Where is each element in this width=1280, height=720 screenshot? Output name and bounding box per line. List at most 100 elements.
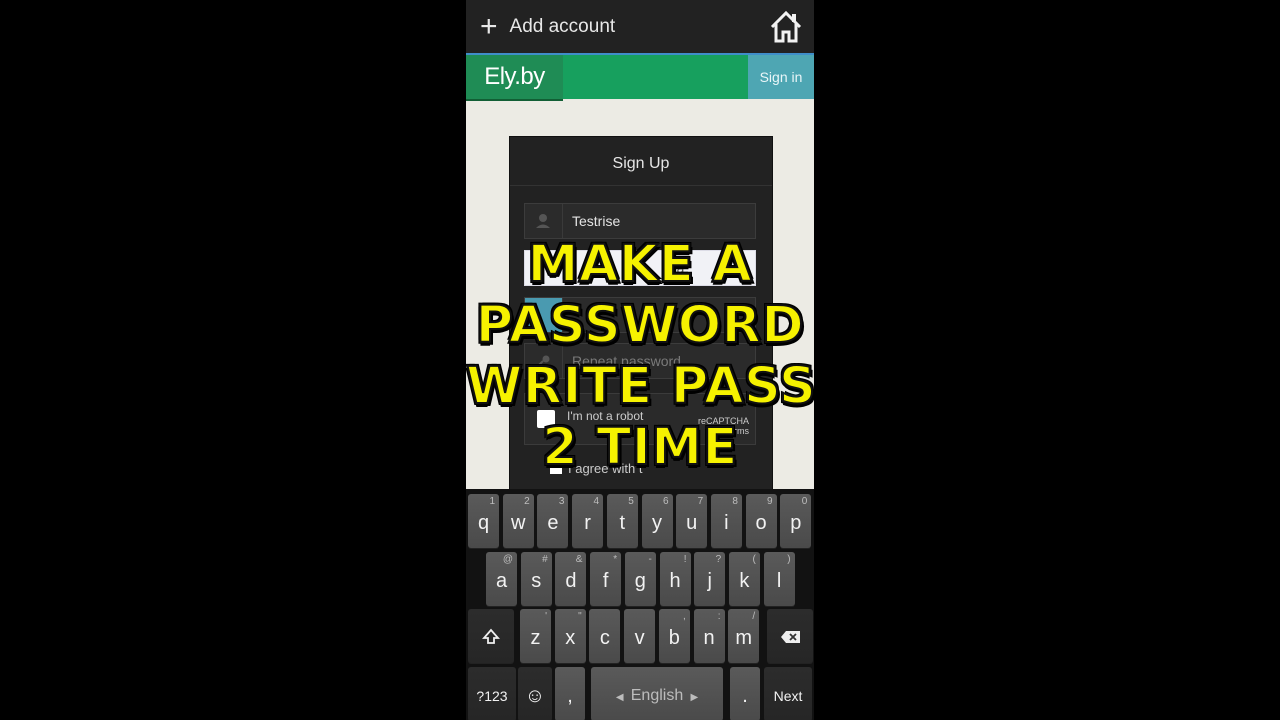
user-icon: [525, 204, 563, 238]
key-label: g: [634, 570, 646, 592]
key-label: i: [724, 512, 729, 534]
emoji-icon: ☺: [524, 685, 546, 707]
key-label: l: [776, 570, 782, 592]
key-u[interactable]: u7: [676, 494, 708, 548]
key-hint: 6: [662, 496, 669, 507]
key-m[interactable]: m /: [728, 609, 760, 663]
shift-icon: [482, 628, 500, 644]
site-header: Ely.by Sign in: [466, 55, 814, 101]
key-label: p: [790, 512, 802, 534]
key-d[interactable]: d &: [555, 552, 587, 606]
phone-screen: + Add account Ely.by Sign in Sign Up Tes…: [466, 0, 814, 720]
key-q[interactable]: q1: [468, 494, 499, 548]
app-toolbar: + Add account: [466, 0, 814, 55]
key-x[interactable]: x ": [554, 609, 586, 663]
key-label: q: [477, 512, 490, 534]
key-label: n: [703, 627, 715, 649]
backspace-key[interactable]: [767, 609, 813, 663]
key-hint: 7: [697, 496, 704, 507]
comma-key[interactable]: ,: [555, 667, 585, 720]
add-account-button[interactable]: + Add account: [480, 10, 615, 44]
key-label: m: [735, 627, 753, 649]
key-label: o: [755, 512, 767, 534]
site-logo[interactable]: Ely.by: [466, 55, 563, 99]
key-o[interactable]: o9: [745, 494, 777, 548]
key-l[interactable]: l): [763, 552, 795, 606]
key-hint: ): [787, 554, 791, 565]
key-hint: @: [502, 554, 513, 565]
key-j[interactable]: j?: [694, 552, 726, 606]
period-label: .: [742, 685, 748, 707]
key-k[interactable]: k(: [728, 552, 760, 606]
key-hint: -: [648, 554, 652, 565]
key-label: s: [531, 570, 542, 592]
sign-in-button[interactable]: Sign in: [748, 55, 814, 99]
key-hint: !: [683, 554, 687, 565]
key-p[interactable]: p0: [780, 494, 812, 548]
key-hint: ,: [683, 611, 686, 622]
chevron-right-icon: ▶: [687, 692, 699, 703]
key-v[interactable]: v: [624, 609, 656, 663]
video-caption-overlay: MAKE A PASSWORD WRITE PASS 2 TIME: [466, 234, 814, 478]
key-hint: *: [613, 554, 618, 565]
caption-line-3: WRITE PASS: [466, 356, 814, 417]
space-key[interactable]: ◀ English ▶: [591, 667, 723, 720]
key-t[interactable]: t5: [606, 494, 638, 548]
key-label: w: [510, 512, 526, 534]
key-label: u: [686, 512, 698, 534]
key-label: b: [668, 627, 680, 649]
plus-icon: +: [480, 10, 498, 43]
key-hint: :: [717, 611, 721, 622]
key-i[interactable]: i8: [710, 494, 742, 548]
key-hint: #: [542, 554, 548, 565]
key-hint: 5: [628, 496, 634, 507]
key-w[interactable]: w2: [502, 494, 534, 548]
key-hint: (: [752, 554, 756, 565]
home-icon[interactable]: [768, 9, 804, 45]
next-key[interactable]: Next: [764, 667, 812, 720]
key-label: h: [669, 570, 681, 592]
period-key[interactable]: .: [730, 667, 760, 720]
key-hint: 9: [767, 496, 773, 507]
symbols-key[interactable]: ?123: [468, 667, 516, 720]
key-label: k: [739, 570, 750, 592]
key-hint: 8: [732, 496, 738, 507]
key-label: e: [547, 512, 559, 534]
caption-line-1: MAKE A: [527, 234, 753, 295]
key-label: v: [634, 627, 645, 649]
comma-label: ,: [567, 685, 573, 707]
emoji-key[interactable]: ☺: [518, 667, 552, 720]
key-f[interactable]: f *: [590, 552, 622, 606]
key-hint: 2: [524, 496, 530, 507]
key-label: j: [707, 570, 712, 592]
key-label: f: [602, 570, 609, 592]
key-label: a: [495, 570, 508, 592]
key-hint: &: [575, 554, 583, 565]
key-c[interactable]: c: [589, 609, 621, 663]
key-y[interactable]: y6: [641, 494, 673, 548]
caption-line-4: 2 TIME: [541, 417, 738, 478]
key-g[interactable]: g-: [624, 552, 656, 606]
key-r[interactable]: r4: [572, 494, 604, 548]
key-s[interactable]: s #: [520, 552, 552, 606]
form-title: Sign Up: [510, 137, 772, 186]
key-b[interactable]: b,: [658, 609, 690, 663]
key-a[interactable]: a @: [486, 552, 517, 606]
key-label: t: [619, 512, 626, 534]
key-hint: /: [752, 611, 756, 622]
key-label: z: [530, 627, 541, 649]
key-hint: 4: [593, 496, 600, 507]
key-label: y: [652, 512, 662, 534]
key-n[interactable]: n:: [693, 609, 725, 663]
key-e[interactable]: e3: [537, 494, 569, 548]
key-hint: ": [578, 611, 582, 622]
add-account-label: Add account: [509, 16, 616, 37]
key-h[interactable]: h!: [659, 552, 691, 606]
key-z[interactable]: z ': [520, 609, 551, 663]
shift-key[interactable]: [468, 609, 514, 663]
key-label: r: [584, 512, 591, 534]
key-label: c: [599, 627, 610, 649]
key-hint: ?: [715, 554, 722, 565]
key-label: d: [565, 570, 577, 592]
key-hint: 3: [558, 496, 565, 507]
